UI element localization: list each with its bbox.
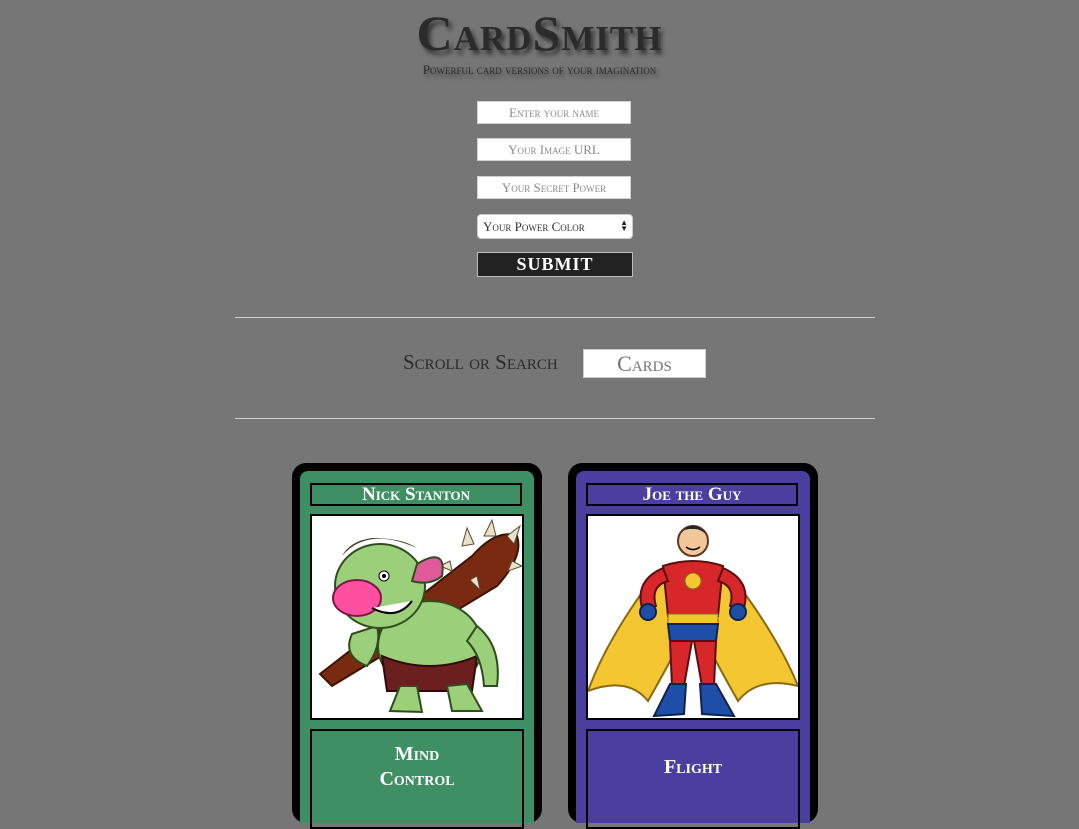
power-color-select[interactable]: Your Power Color ▲ ▼ (477, 214, 633, 239)
name-input[interactable] (477, 101, 631, 124)
app-title: CardSmith (416, 5, 663, 61)
search-cards-input[interactable] (583, 349, 706, 378)
card-body: Nick Stanton Mind Control (300, 471, 534, 829)
troll-with-club-icon (318, 518, 522, 714)
card-power: Mind Control (310, 729, 524, 829)
submit-button[interactable]: SUBMIT (477, 252, 633, 277)
divider-top (235, 317, 875, 318)
card-image (310, 514, 524, 720)
card-name: Nick Stanton (310, 483, 522, 506)
superhero-with-cape-icon (588, 525, 798, 718)
image-url-input[interactable] (477, 138, 631, 161)
secret-power-input[interactable] (477, 176, 631, 199)
card-power-text: Mind Control (379, 743, 455, 790)
divider-bottom (235, 418, 875, 419)
card-name: Joe the Guy (586, 483, 798, 506)
card-body: Joe the Guy Flight (576, 471, 810, 829)
card-power: Flight (586, 729, 800, 829)
card-nick-stanton[interactable]: Nick Stanton Mind Control (292, 463, 542, 829)
power-color-select-value: Your Power Color (483, 219, 585, 234)
card-joe-the-guy[interactable]: Joe the Guy Flight (568, 463, 818, 829)
card-image (586, 514, 800, 720)
search-label: Scroll or Search (403, 350, 558, 374)
card-power-text: Flight (663, 755, 723, 778)
select-arrows-icon: ▲ ▼ (620, 218, 628, 233)
app-subtitle: Powerful card versions of your imaginati… (422, 62, 657, 77)
